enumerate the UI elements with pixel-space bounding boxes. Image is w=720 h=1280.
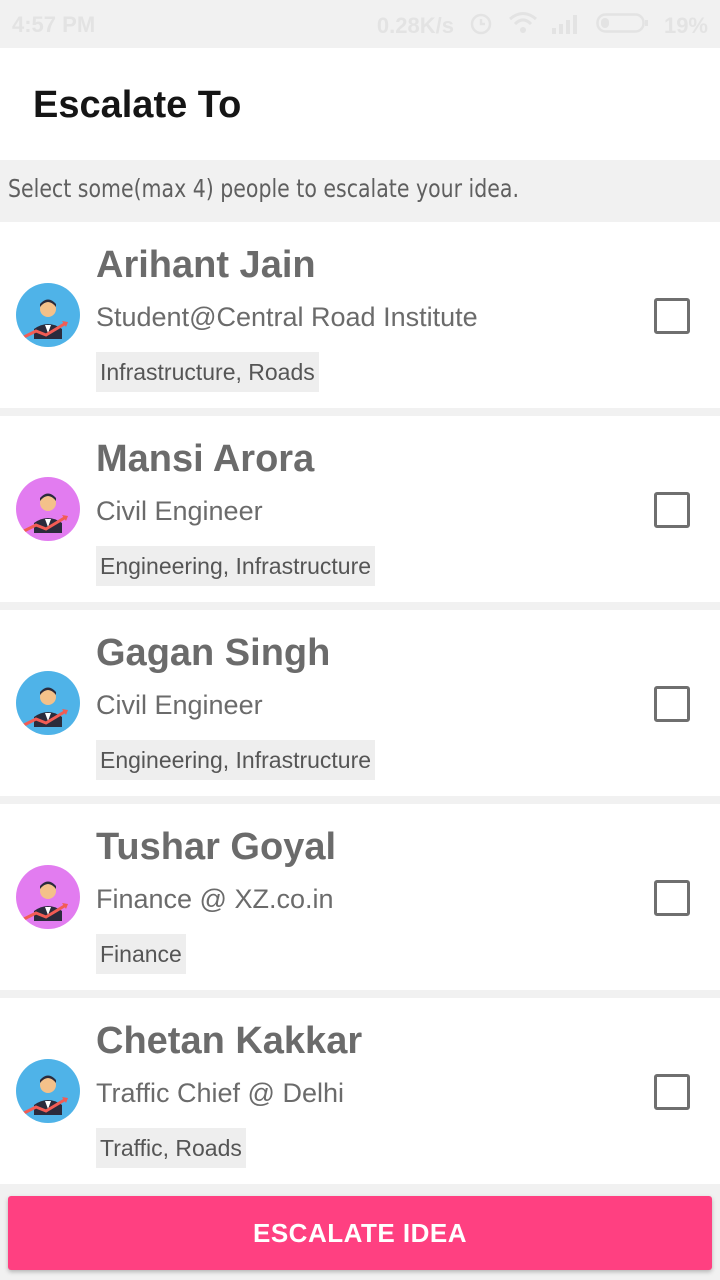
avatar	[16, 477, 80, 541]
person-name: Gagan Singh	[96, 632, 331, 674]
status-bar: 4:57 PM 0.28K/s 19%	[0, 0, 720, 48]
person-icon	[23, 881, 68, 921]
signal-icon	[551, 12, 582, 40]
network-speed: 0.28K/s	[376, 13, 454, 38]
person-name: Arihant Jain	[96, 244, 316, 286]
person-name: Mansi Arora	[96, 438, 315, 480]
person-tags: Finance	[96, 934, 186, 974]
person-tags: Infrastructure, Roads	[96, 352, 319, 392]
person-role: Civil Engineer	[96, 496, 263, 526]
person-card[interactable]: Tushar Goyal Finance @ XZ.co.in Finance	[0, 804, 720, 990]
person-tags: Engineering, Infrastructure	[96, 740, 376, 780]
select-checkbox[interactable]	[654, 686, 690, 722]
battery-icon	[596, 11, 650, 41]
alarm-icon	[468, 10, 494, 42]
person-role: Student@Central Road Institute	[96, 302, 478, 332]
person-name: Tushar Goyal	[96, 826, 337, 868]
person-role: Finance @ XZ.co.in	[96, 884, 334, 914]
select-checkbox[interactable]	[654, 492, 690, 528]
person-icon	[23, 1075, 68, 1115]
person-role: Traffic Chief @ Delhi	[96, 1078, 344, 1108]
person-tags: Traffic, Roads	[96, 1128, 246, 1168]
person-tags: Engineering, Infrastructure	[96, 546, 376, 586]
app-bar: Escalate To	[0, 48, 720, 160]
person-icon	[23, 299, 68, 339]
select-checkbox[interactable]	[654, 1074, 690, 1110]
avatar	[16, 671, 80, 735]
person-icon	[23, 687, 68, 727]
page-title: Escalate To	[33, 84, 242, 126]
avatar	[16, 283, 80, 347]
wifi-icon	[508, 11, 538, 41]
select-checkbox[interactable]	[654, 298, 690, 334]
status-time: 4:57 PM	[12, 12, 96, 37]
avatar	[16, 1059, 80, 1123]
escalate-idea-button[interactable]: ESCALATE IDEA	[8, 1196, 712, 1270]
status-icons: 0.28K/s 19%	[377, 10, 708, 42]
instruction-text: Select some(max 4) people to escalate yo…	[8, 174, 519, 203]
instruction-banner: Select some(max 4) people to escalate yo…	[0, 160, 720, 220]
person-name: Chetan Kakkar	[96, 1020, 363, 1062]
person-role: Civil Engineer	[96, 690, 263, 720]
person-card[interactable]: Mansi Arora Civil Engineer Engineering, In…	[0, 416, 720, 602]
battery-level: 19%	[663, 13, 708, 38]
avatar	[16, 865, 80, 929]
person-card[interactable]: Arihant Jain Student@Central Road Institu…	[0, 222, 720, 408]
person-card[interactable]: Gagan Singh Civil Engineer Engineering, In…	[0, 610, 720, 796]
person-icon	[23, 493, 68, 533]
select-checkbox[interactable]	[654, 880, 690, 916]
person-card[interactable]: Chetan Kakkar Traffic Chief @ Delhi Traffi…	[0, 998, 720, 1184]
